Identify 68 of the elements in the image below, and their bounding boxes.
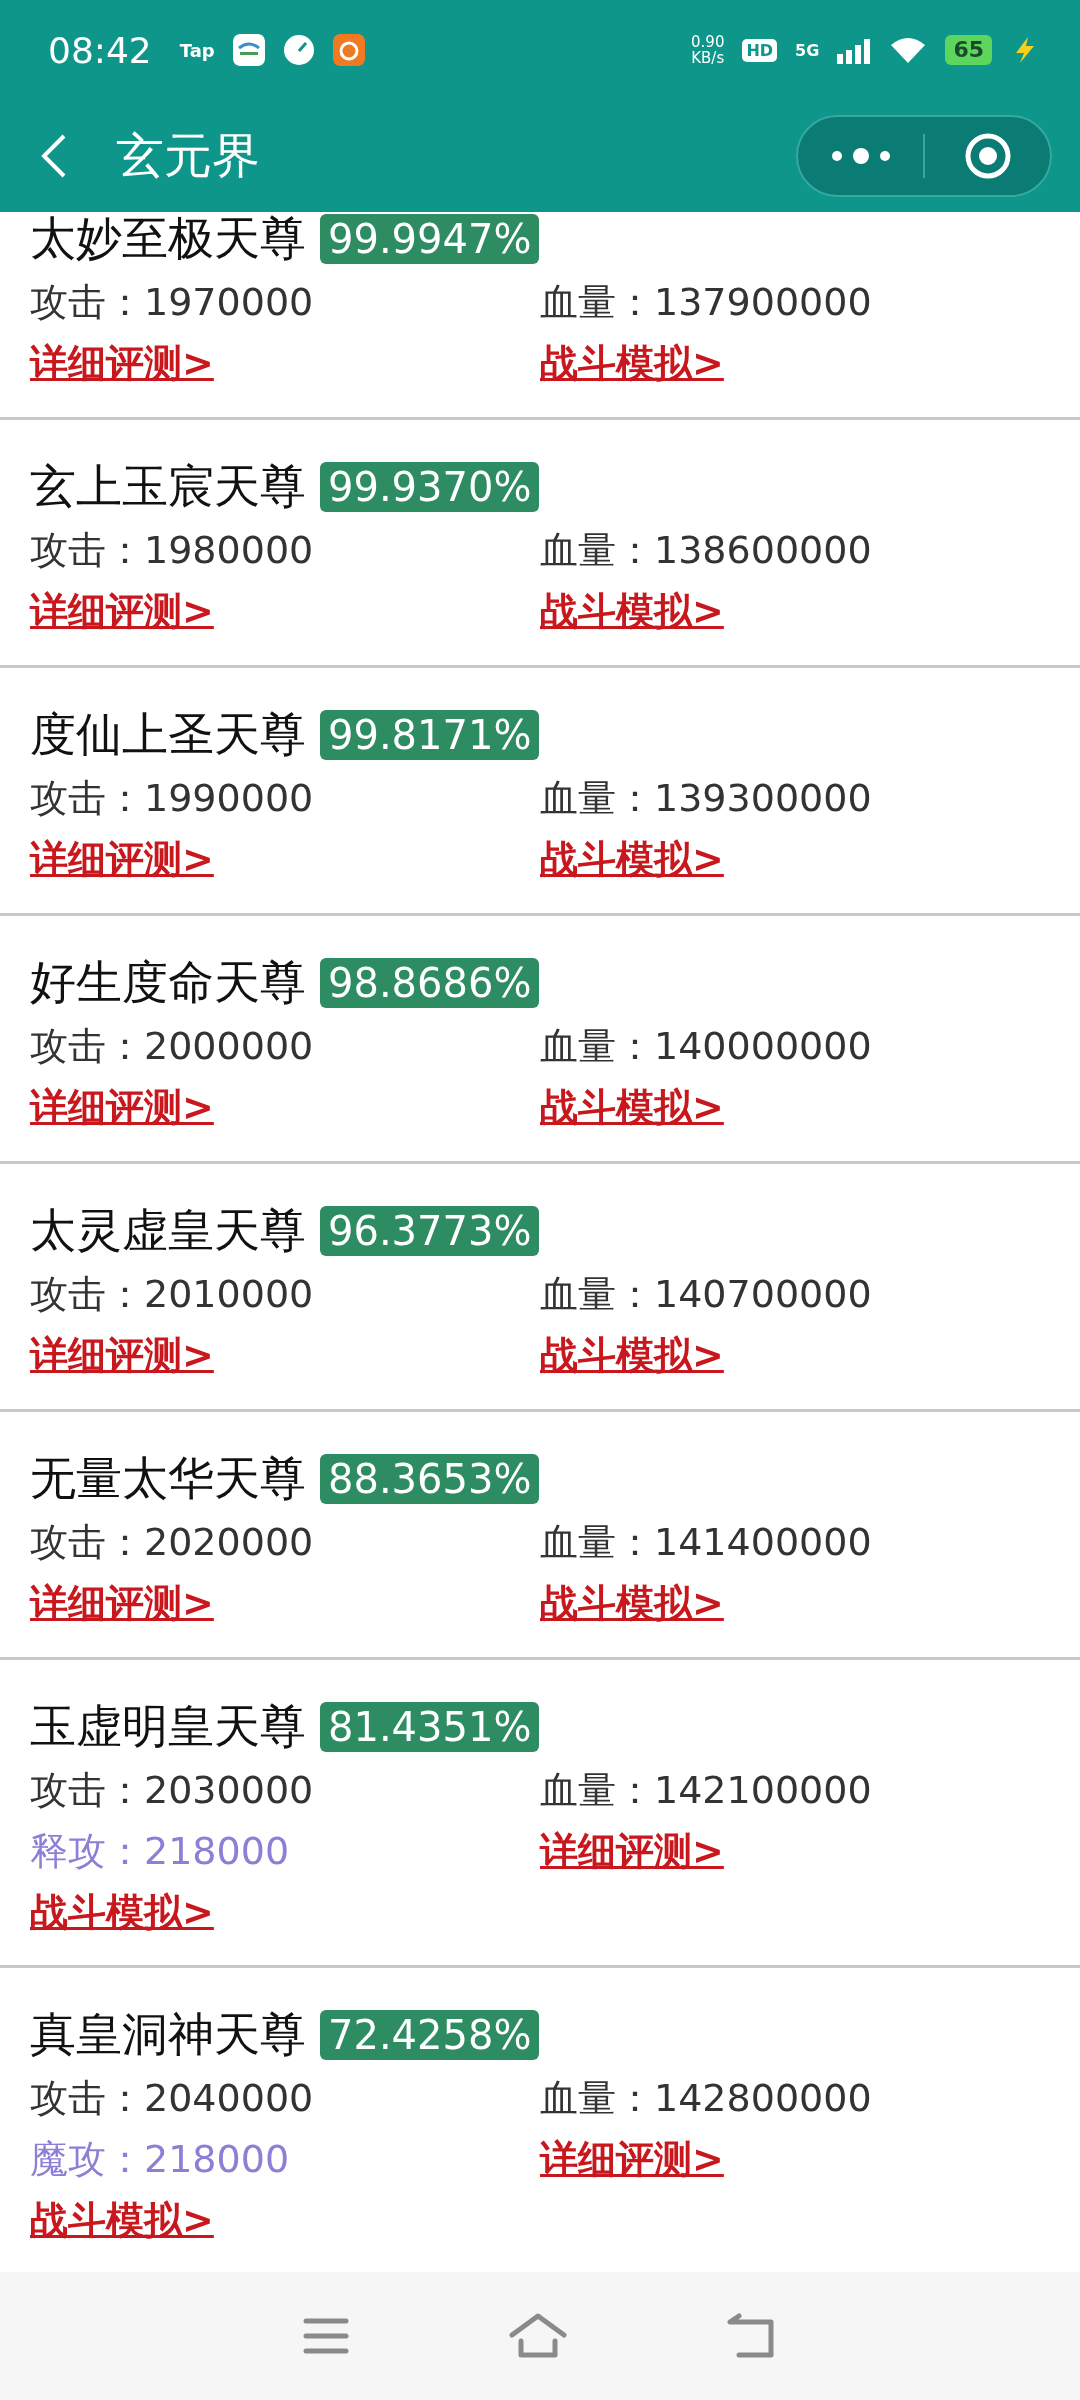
stat-text: 攻击：2010000: [30, 1271, 315, 1318]
stat-text: 血量：142100000: [540, 1767, 873, 1814]
deity-name: 真皇洞神天尊: [30, 2006, 306, 2063]
percent-badge: 72.4258%: [320, 2010, 540, 2060]
stat-text: 攻击：2030000: [30, 1767, 315, 1814]
percent-badge: 99.9370%: [320, 462, 540, 512]
speed-value: 0.90: [691, 34, 725, 50]
hd-badge: HD: [742, 38, 778, 62]
back-icon[interactable]: [40, 132, 68, 180]
notification-label: Tap: [179, 39, 215, 61]
stat-text: 攻击：2000000: [30, 1023, 315, 1070]
percent-badge: 99.9947%: [320, 214, 540, 264]
stat-text: 释攻：218000: [30, 1828, 291, 1875]
home-icon[interactable]: [509, 2313, 567, 2359]
deity-name: 度仙上圣天尊: [30, 706, 306, 763]
deity-name: 玄上玉宸天尊: [30, 458, 306, 515]
speed-unit: KB/s: [691, 50, 725, 66]
network-label: 5G: [795, 40, 820, 60]
gauge-icon: [282, 34, 315, 66]
action-link[interactable]: 战斗模拟>: [540, 1573, 724, 1634]
percent-badge: 98.8686%: [320, 958, 540, 1008]
stat-text: 血量：140700000: [540, 1271, 873, 1318]
wifi-icon: [889, 35, 928, 65]
action-link[interactable]: 战斗模拟>: [540, 829, 724, 890]
action-link[interactable]: 战斗模拟>: [30, 2190, 214, 2251]
stat-text: 攻击：1980000: [30, 527, 315, 574]
deity-name: 无量太华天尊: [30, 1450, 306, 1507]
percent-badge: 99.8171%: [320, 710, 540, 760]
percent-badge: 81.4351%: [320, 1702, 540, 1752]
stat-text: 血量：138600000: [540, 527, 873, 574]
stat-text: 攻击：2040000: [30, 2075, 315, 2122]
app-icon: [232, 34, 265, 66]
action-link[interactable]: 详细评测>: [30, 829, 214, 890]
deity-name: 玉虚明皇天尊: [30, 1698, 306, 1755]
action-link[interactable]: 战斗模拟>: [540, 333, 724, 394]
stat-text: 血量：139300000: [540, 775, 873, 822]
app-icon: [332, 34, 365, 66]
close-icon[interactable]: [963, 132, 1012, 180]
action-link[interactable]: 详细评测>: [540, 2129, 724, 2190]
page-title: 玄元界: [116, 126, 261, 185]
stat-text: 攻击：1990000: [30, 775, 315, 822]
action-link[interactable]: 详细评测>: [30, 333, 214, 394]
stat-text: 魔攻：218000: [30, 2136, 291, 2183]
stat-text: 血量：140000000: [540, 1023, 873, 1070]
action-link[interactable]: 详细评测>: [30, 1573, 214, 1634]
clock-time: 08:42: [48, 29, 152, 71]
stat-text: 血量：142800000: [540, 2075, 873, 2122]
stat-text: 攻击：1970000: [30, 279, 315, 326]
action-link[interactable]: 详细评测>: [30, 1325, 214, 1386]
deity-name: 好生度命天尊: [30, 954, 306, 1011]
percent-badge: 96.3773%: [320, 1206, 540, 1256]
action-link[interactable]: 战斗模拟>: [30, 1882, 214, 1943]
percent-badge: 88.3653%: [320, 1454, 540, 1504]
menu-icon[interactable]: [303, 2316, 349, 2356]
stat-text: 血量：141400000: [540, 1519, 873, 1566]
back-icon[interactable]: [727, 2313, 777, 2359]
action-link[interactable]: 详细评测>: [540, 1821, 724, 1882]
action-link[interactable]: 战斗模拟>: [540, 581, 724, 642]
action-link[interactable]: 战斗模拟>: [540, 1077, 724, 1138]
signal-icon: [837, 36, 872, 64]
stat-text: 血量：137900000: [540, 279, 873, 326]
action-link[interactable]: 详细评测>: [30, 581, 214, 642]
deity-name: 太妙至极天尊: [30, 212, 306, 267]
action-link[interactable]: 详细评测>: [30, 1077, 214, 1138]
action-link[interactable]: 战斗模拟>: [540, 1325, 724, 1386]
stat-text: 攻击：2020000: [30, 1519, 315, 1566]
battery-level: 65: [945, 35, 992, 65]
deity-name: 太灵虚皇天尊: [30, 1202, 306, 1259]
